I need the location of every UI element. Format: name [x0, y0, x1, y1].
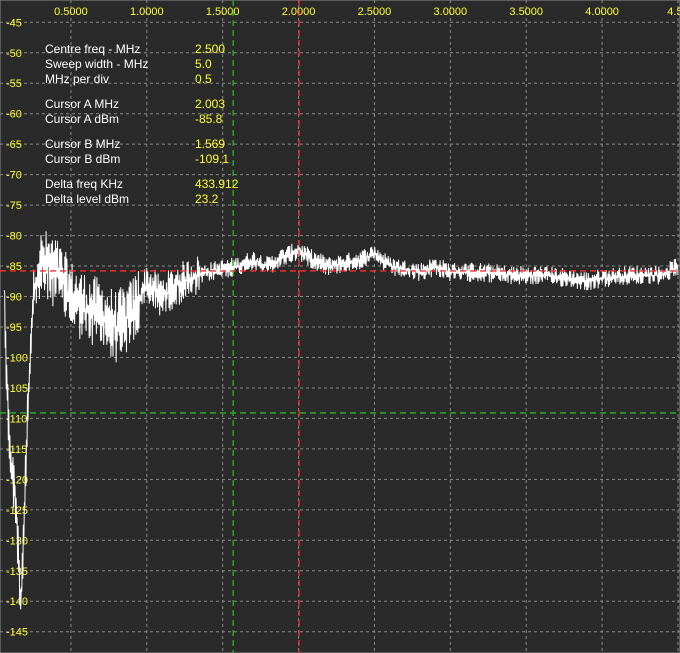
y-tick-label: -65 [6, 139, 22, 151]
y-tick-label: -60 [6, 109, 22, 121]
x-tick-label: 1.5000 [206, 6, 240, 18]
measurement-info-panel: Centre freq - MHz 2.500 Sweep width - MH… [45, 42, 275, 207]
y-tick-label: -55 [6, 78, 22, 90]
x-tick-label: 0.5000 [54, 6, 88, 18]
y-tick-label: -70 [6, 170, 22, 182]
cursor-a-dbm-label: Cursor A dBm [45, 112, 120, 126]
centre-freq-value: 2.500 [195, 42, 226, 56]
cursor-b-mhz-row: Cursor B MHz 1.569 [45, 137, 275, 152]
y-tick-label: -145 [6, 627, 28, 639]
cursor-a-mhz-label: Cursor A MHz [45, 97, 120, 111]
delta-level-label: Delta level dBm [45, 192, 130, 206]
y-tick-label: -50 [6, 48, 22, 60]
centre-freq-row: Centre freq - MHz 2.500 [45, 42, 275, 57]
sweep-width-value: 5.0 [195, 57, 212, 71]
y-tick-label: -80 [6, 231, 22, 243]
x-tick-label: 4.0000 [585, 6, 619, 18]
cursor-b-dbm-label: Cursor B dBm [45, 152, 121, 166]
y-tick-label: -75 [6, 200, 22, 212]
cursor-a-mhz-value: 2.003 [195, 97, 226, 111]
x-axis-tick-labels: 0.50001.00001.50002.00002.50003.00003.50… [54, 6, 680, 18]
centre-freq-label: Centre freq - MHz [45, 42, 141, 56]
cursor-a-mhz-row: Cursor A MHz 2.003 [45, 97, 275, 112]
delta-level-value: 23.2 [195, 192, 219, 206]
y-tick-label: -45 [6, 17, 22, 29]
x-tick-label: 4.50 [667, 6, 680, 18]
y-tick-label: -95 [6, 322, 22, 334]
cursor-b-mhz-value: 1.569 [195, 137, 226, 151]
cursor-b-dbm-value: -109.1 [195, 152, 230, 166]
y-tick-label: -90 [6, 292, 22, 304]
delta-freq-label: Delta freq KHz [45, 177, 124, 191]
x-tick-label: 3.0000 [434, 6, 468, 18]
y-tick-label: -140 [6, 596, 28, 608]
mhz-per-div-row: MHz per div 0.5 [45, 72, 275, 87]
mhz-per-div-label: MHz per div [45, 72, 110, 86]
sweep-width-row: Sweep width - MHz 5.0 [45, 57, 275, 72]
cursor-a-dbm-row: Cursor A dBm -85.8 [45, 112, 275, 127]
delta-level-row: Delta level dBm 23.2 [45, 192, 275, 207]
delta-freq-row: Delta freq KHz 433.912 [45, 177, 275, 192]
cursor-b-dbm-row: Cursor B dBm -109.1 [45, 152, 275, 167]
mhz-per-div-value: 0.5 [195, 72, 212, 86]
sweep-width-label: Sweep width - MHz [45, 57, 149, 71]
y-tick-label: -135 [6, 566, 28, 578]
x-tick-label: 1.0000 [130, 6, 164, 18]
cursor-a-dbm-value: -85.8 [195, 112, 223, 126]
spectrum-analyzer-display: 0.50001.00001.50002.00002.50003.00003.50… [0, 0, 680, 653]
delta-freq-value: 433.912 [195, 177, 239, 191]
y-tick-label: -100 [6, 352, 28, 364]
cursor-b-mhz-label: Cursor B MHz [45, 137, 121, 151]
y-tick-label: -105 [6, 383, 28, 395]
x-tick-label: 2.5000 [358, 6, 392, 18]
x-tick-label: 3.5000 [509, 6, 543, 18]
